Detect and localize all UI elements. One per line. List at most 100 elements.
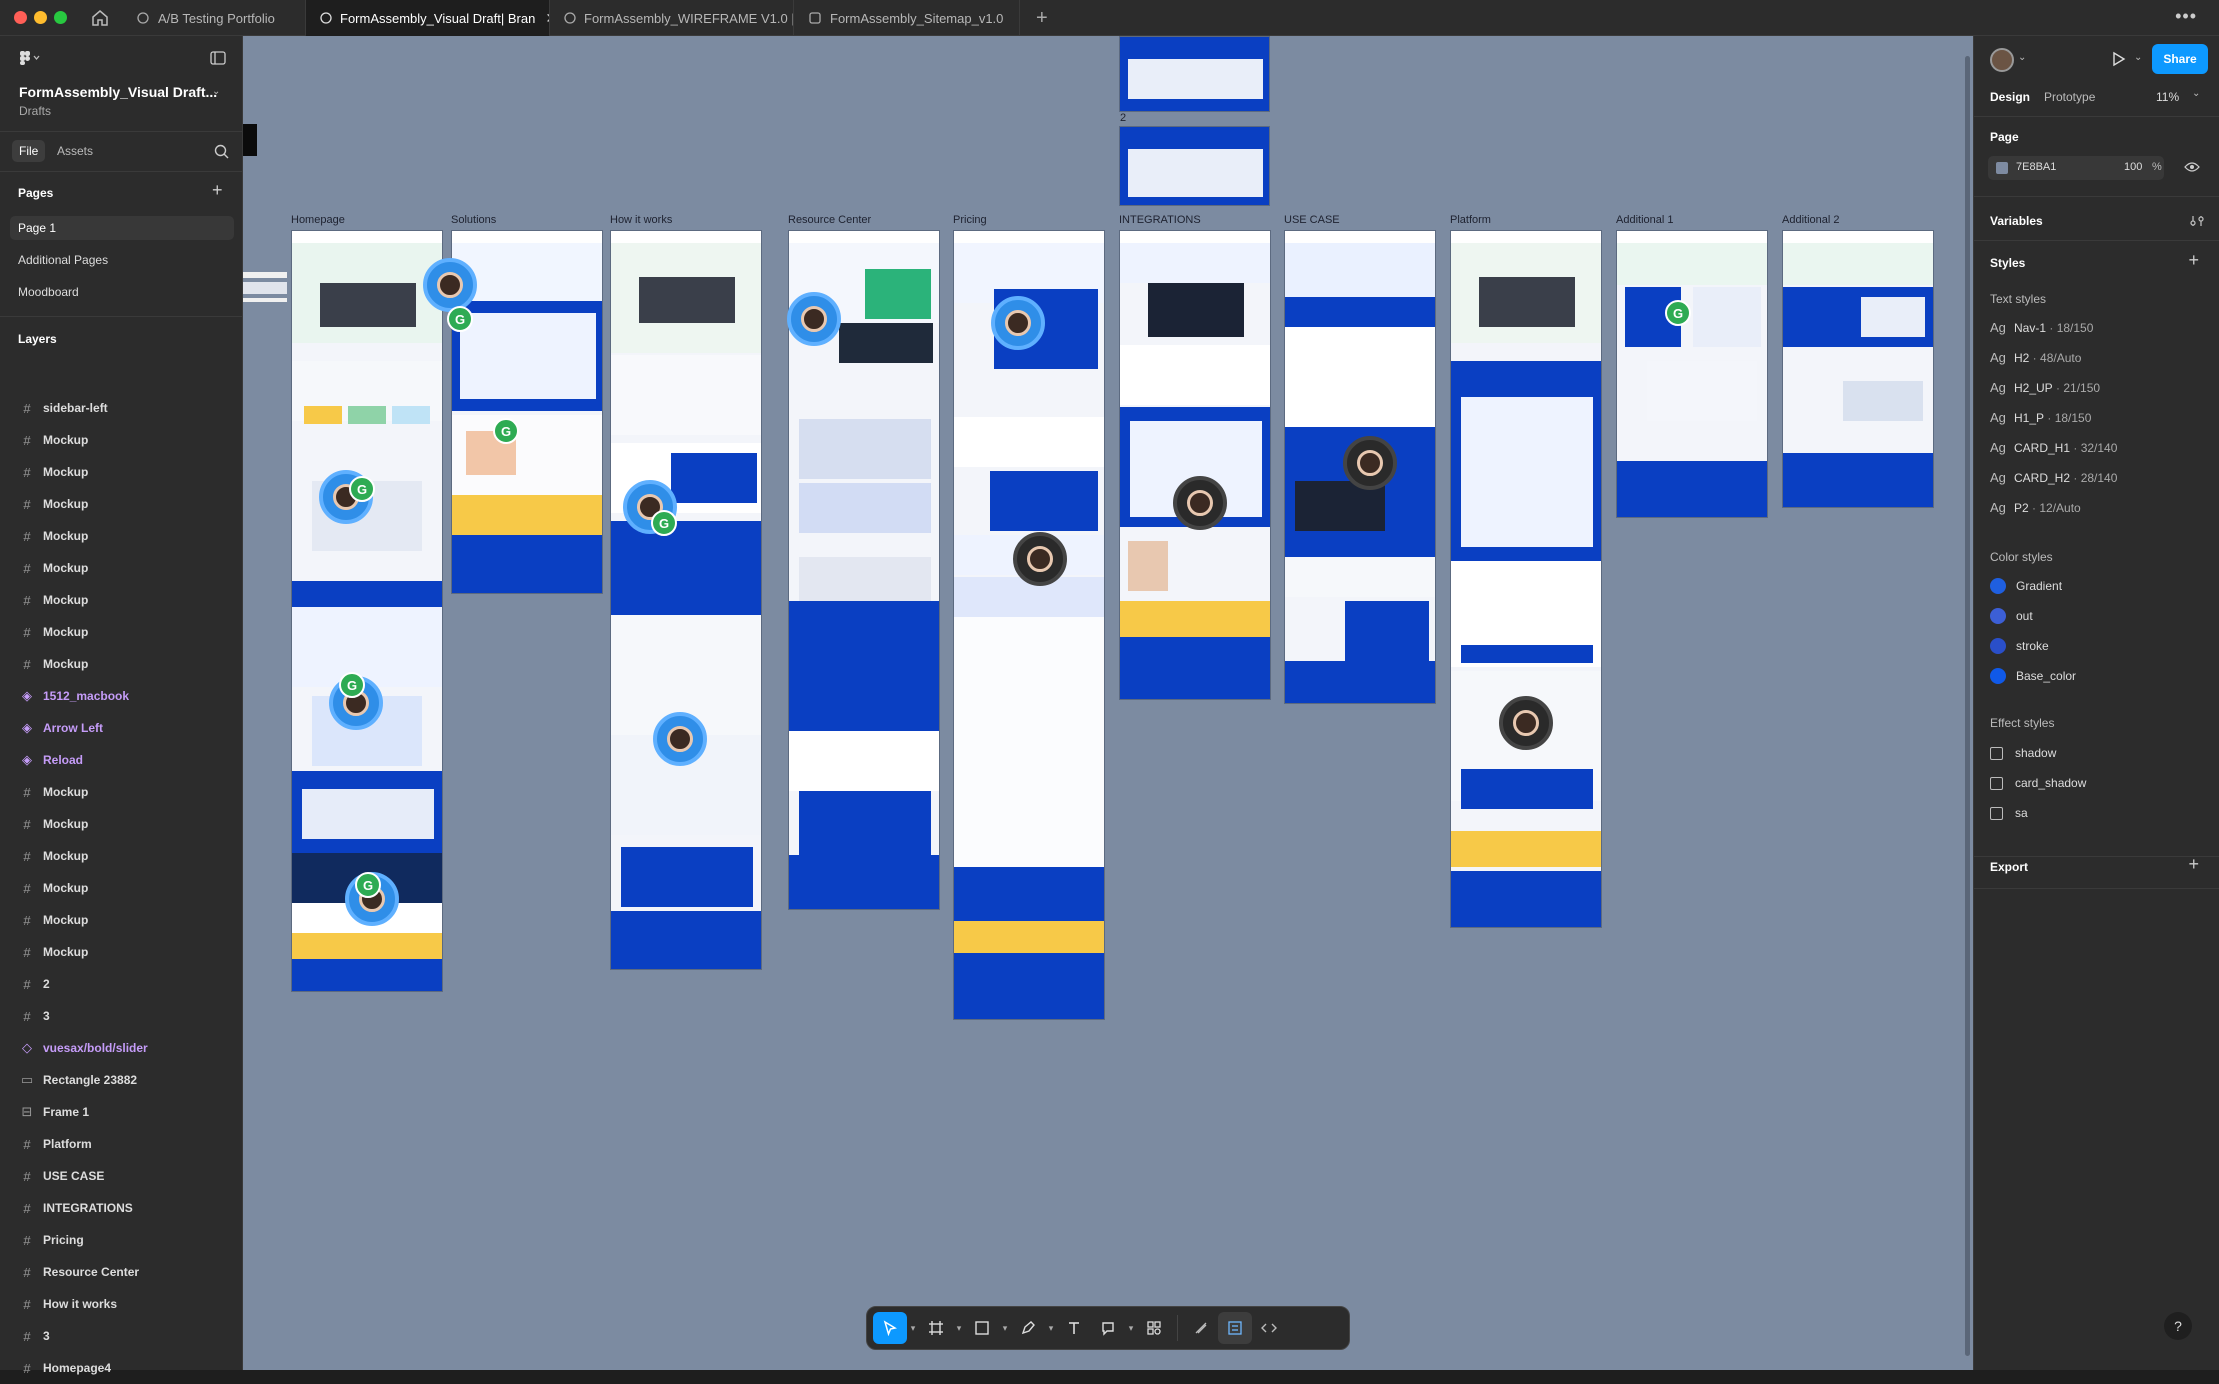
- offscreen-frame[interactable]: [243, 298, 287, 302]
- page-opacity[interactable]: 100: [2124, 161, 2142, 173]
- canvas[interactable]: 2 Homepage Solutions How it works Resour…: [243, 36, 1973, 1370]
- frame-pricing[interactable]: [953, 230, 1105, 1020]
- collaborator-avatar[interactable]: [1343, 436, 1397, 490]
- eye-icon[interactable]: [2184, 160, 2200, 178]
- offscreen-frame[interactable]: [243, 124, 257, 156]
- text-style-item[interactable]: Ag CARD_H1 · 32/140: [1990, 440, 2117, 455]
- layer-item[interactable]: # Mockup: [0, 456, 243, 488]
- frame-label-additional-2[interactable]: Additional 2: [1782, 214, 1840, 226]
- frame-label-how-it-works[interactable]: How it works: [610, 214, 672, 226]
- chevron-down-icon[interactable]: ⌄: [2134, 52, 2142, 63]
- figma-menu-icon[interactable]: [19, 50, 41, 66]
- layer-item[interactable]: # Mockup: [0, 616, 243, 648]
- collaborator-badge[interactable]: G: [1665, 300, 1691, 326]
- present-icon[interactable]: [2110, 51, 2126, 72]
- frame-label-resource-center[interactable]: Resource Center: [788, 214, 871, 226]
- layer-item[interactable]: # How it works: [0, 1288, 243, 1320]
- frame-label-solutions[interactable]: Solutions: [451, 214, 496, 226]
- collaborator-avatar[interactable]: [1173, 476, 1227, 530]
- tab-design[interactable]: Design: [1990, 90, 2030, 104]
- add-style-icon[interactable]: +: [2188, 250, 2199, 271]
- layer-item[interactable]: # Resource Center: [0, 1256, 243, 1288]
- share-button[interactable]: Share: [2152, 44, 2208, 74]
- text-style-item[interactable]: Ag CARD_H2 · 28/140: [1990, 470, 2117, 485]
- layer-item[interactable]: ▭ Rectangle 23882: [0, 1064, 243, 1096]
- design-mode-icon[interactable]: [1218, 1312, 1252, 1344]
- layer-item[interactable]: #3: [0, 1320, 243, 1352]
- layer-item[interactable]: ⊟ Frame 1: [0, 1096, 243, 1128]
- pen-tool-icon[interactable]: [1011, 1312, 1045, 1344]
- color-style-item[interactable]: Gradient: [1990, 578, 2062, 594]
- chevron-down-icon[interactable]: ▾: [1125, 1323, 1137, 1334]
- add-page-icon[interactable]: +: [212, 180, 223, 201]
- tab-sitemap[interactable]: FormAssembly_Sitemap_v1.0: [794, 0, 1020, 36]
- search-icon[interactable]: [214, 144, 229, 164]
- chevron-down-icon[interactable]: ▾: [907, 1323, 919, 1334]
- layer-item[interactable]: # Homepage4: [0, 1352, 243, 1384]
- sidebar-toggle-icon[interactable]: [210, 51, 226, 65]
- canvas-scrollbar[interactable]: [1965, 56, 1970, 1356]
- actions-tool-icon[interactable]: [1137, 1312, 1171, 1344]
- layer-item[interactable]: # Mockup: [0, 552, 243, 584]
- rectangle-tool-icon[interactable]: [965, 1312, 999, 1344]
- layer-item[interactable]: # Mockup: [0, 424, 243, 456]
- variables-settings-icon[interactable]: [2190, 214, 2204, 233]
- offscreen-frame[interactable]: [243, 282, 287, 294]
- frame-label-2[interactable]: 2: [1120, 112, 1126, 124]
- layer-item[interactable]: # Mockup: [0, 808, 243, 840]
- collaborator-badge[interactable]: G: [349, 476, 375, 502]
- layer-item[interactable]: # Mockup: [0, 776, 243, 808]
- minimize-window-button[interactable]: [34, 11, 47, 24]
- collaborator-badge[interactable]: G: [355, 872, 381, 898]
- file-location[interactable]: Drafts: [19, 104, 51, 118]
- help-button[interactable]: ?: [2164, 1312, 2192, 1340]
- frame-integrations[interactable]: [1119, 230, 1271, 700]
- close-window-button[interactable]: [14, 11, 27, 24]
- effect-style-item[interactable]: card_shadow: [1990, 776, 2086, 790]
- page-item-additional-pages[interactable]: Additional Pages: [10, 248, 234, 272]
- layer-item[interactable]: # Mockup: [0, 584, 243, 616]
- add-export-icon[interactable]: +: [2188, 854, 2199, 875]
- effect-style-item[interactable]: sa: [1990, 806, 2028, 820]
- frame-how-it-works[interactable]: [610, 230, 762, 970]
- text-style-item[interactable]: Ag H2 · 48/Auto: [1990, 350, 2081, 365]
- collaborator-avatar[interactable]: [1013, 532, 1067, 586]
- frame-integrations-top-1[interactable]: [1119, 36, 1270, 112]
- tab-prototype[interactable]: Prototype: [2044, 90, 2095, 104]
- page-item-page-1[interactable]: Page 1: [10, 216, 234, 240]
- layer-item[interactable]: # Pricing: [0, 1224, 243, 1256]
- frame-label-platform[interactable]: Platform: [1450, 214, 1491, 226]
- frame-additional-1[interactable]: [1616, 230, 1768, 518]
- collaborator-avatar[interactable]: [1499, 696, 1553, 750]
- file-title[interactable]: FormAssembly_Visual Draft...: [19, 84, 217, 100]
- page-color-field[interactable]: 7E8BA1 100 %: [1988, 156, 2164, 180]
- layer-item[interactable]: ◇ vuesax/bold/slider: [0, 1032, 243, 1064]
- frame-label-additional-1[interactable]: Additional 1: [1616, 214, 1674, 226]
- collaborator-badge[interactable]: G: [651, 510, 677, 536]
- frame-additional-2[interactable]: [1782, 230, 1934, 508]
- text-style-item[interactable]: Ag H1_P · 18/150: [1990, 410, 2091, 425]
- tab-wireframe[interactable]: FormAssembly_WIREFRAME V1.0 | M: [550, 0, 794, 36]
- move-tool-icon[interactable]: [873, 1312, 907, 1344]
- text-style-item[interactable]: Ag P2 · 12/Auto: [1990, 500, 2081, 515]
- frame-label-use-case[interactable]: USE CASE: [1284, 214, 1340, 226]
- layer-item[interactable]: # Mockup: [0, 648, 243, 680]
- layer-item[interactable]: # INTEGRATIONS: [0, 1192, 243, 1224]
- layer-item[interactable]: #3: [0, 1000, 243, 1032]
- tab-ab-testing[interactable]: A/B Testing Portfolio: [122, 0, 306, 36]
- text-tool-icon[interactable]: [1057, 1312, 1091, 1344]
- frame-label-integrations[interactable]: INTEGRATIONS: [1119, 214, 1201, 226]
- layer-item[interactable]: # Mockup: [0, 488, 243, 520]
- collaborator-avatar[interactable]: [991, 296, 1045, 350]
- collaborator-badge[interactable]: G: [447, 306, 473, 332]
- layer-item[interactable]: # Mockup: [0, 904, 243, 936]
- layer-item[interactable]: # sidebar-left: [0, 392, 243, 424]
- collaborator-badge[interactable]: G: [339, 672, 365, 698]
- page-item-moodboard[interactable]: Moodboard: [10, 280, 234, 304]
- frame-label-homepage[interactable]: Homepage: [291, 214, 345, 226]
- layer-item[interactable]: # USE CASE: [0, 1160, 243, 1192]
- color-style-item[interactable]: Base_color: [1990, 668, 2076, 684]
- effect-style-item[interactable]: shadow: [1990, 746, 2056, 760]
- color-style-item[interactable]: out: [1990, 608, 2033, 624]
- collaborator-avatar[interactable]: [653, 712, 707, 766]
